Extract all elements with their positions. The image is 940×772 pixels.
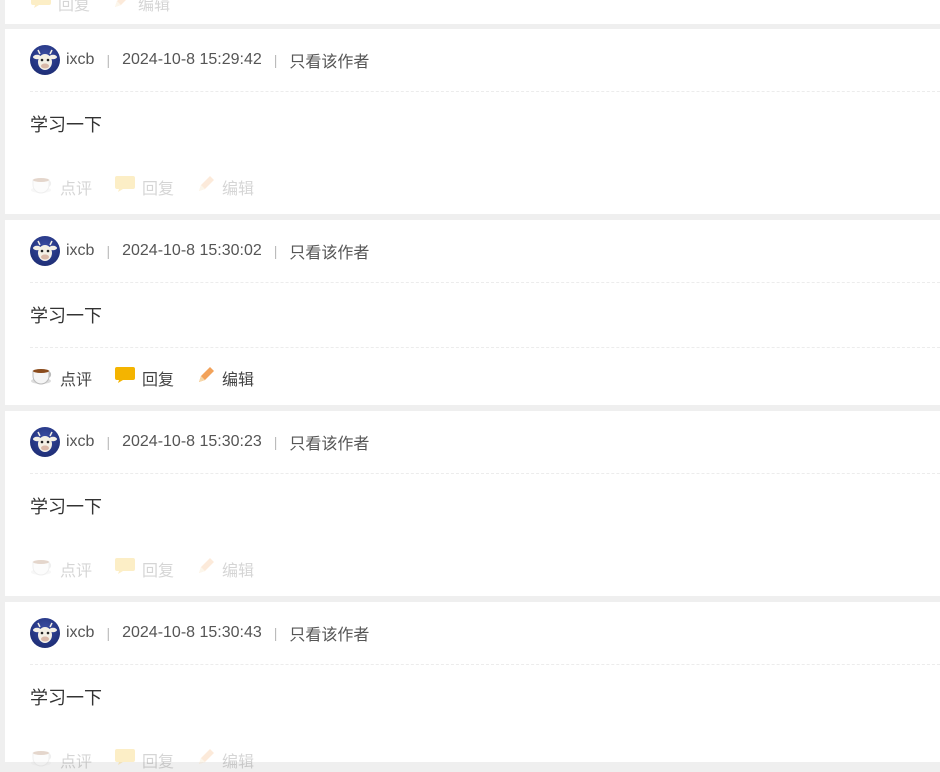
speech-bubble-icon (114, 557, 136, 580)
cow-avatar-icon (33, 240, 57, 261)
reply-label: 回复 (142, 371, 175, 389)
post-datetime: 2024-10-8 15:30:23 (122, 433, 262, 450)
speech-bubble-icon (114, 175, 136, 198)
post-content: 学习一下 (30, 688, 102, 708)
reply-button[interactable]: 回复 (30, 0, 90, 15)
author-name[interactable]: ixcb (66, 433, 94, 451)
post-actions: 回复 编辑 (30, 0, 940, 15)
divider (30, 664, 940, 665)
post-content: 学习一下 (30, 115, 102, 135)
avatar[interactable] (30, 45, 60, 75)
reply-button[interactable]: 回复 (114, 175, 174, 199)
post-header: ixcb | 2024-10-8 15:30:23 | 只看该作者 (30, 427, 940, 457)
comment-label: 点评 (60, 562, 93, 580)
separator: | (273, 625, 278, 641)
post-feed: 回复 编辑 ixcb | 2024-10-8 15:29:42 | 只看该作者 … (0, 0, 940, 771)
cow-avatar-icon (33, 431, 57, 452)
separator: | (106, 243, 111, 259)
separator: | (106, 434, 111, 450)
reply-button[interactable]: 回复 (114, 366, 174, 390)
actions-divider (30, 347, 940, 348)
coffee-cup-icon (30, 174, 54, 199)
separator: | (273, 243, 278, 259)
only-author-link[interactable]: 只看该作者 (289, 239, 369, 263)
comment-button[interactable]: 点评 (30, 365, 92, 390)
post-card: ixcb | 2024-10-8 15:29:42 | 只看该作者 学习一下 点… (5, 29, 940, 214)
reply-label: 回复 (142, 180, 175, 198)
only-author-link[interactable]: 只看该作者 (289, 48, 369, 72)
edit-label: 编辑 (222, 371, 255, 389)
comment-button[interactable]: 点评 (30, 747, 92, 772)
avatar[interactable] (30, 236, 60, 266)
reply-label: 回复 (142, 562, 175, 580)
post-datetime: 2024-10-8 15:30:02 (122, 242, 262, 259)
cow-avatar-icon (33, 622, 57, 643)
comment-label: 点评 (60, 180, 93, 198)
reply-button[interactable]: 回复 (114, 748, 174, 772)
pencil-icon (196, 556, 216, 581)
post-actions: 点评 回复 编辑 (30, 556, 940, 581)
separator: | (106, 52, 111, 68)
pencil-icon (196, 174, 216, 199)
post-header: ixcb | 2024-10-8 15:30:43 | 只看该作者 (30, 618, 940, 648)
avatar[interactable] (30, 427, 60, 457)
only-author-link[interactable]: 只看该作者 (289, 430, 369, 454)
edit-button[interactable]: 编辑 (112, 0, 170, 15)
edit-label: 编辑 (222, 180, 255, 198)
reply-button[interactable]: 回复 (114, 557, 174, 581)
speech-bubble-icon (114, 366, 136, 389)
comment-label: 点评 (60, 371, 93, 389)
post-card: ixcb | 2024-10-8 15:30:23 | 只看该作者 学习一下 点… (5, 411, 940, 596)
speech-bubble-icon (114, 748, 136, 771)
coffee-cup-icon (30, 747, 54, 772)
post-actions: 点评 回复 编辑 (30, 747, 940, 772)
post-content: 学习一下 (30, 497, 102, 517)
coffee-cup-icon (30, 556, 54, 581)
reply-label: 回复 (142, 753, 175, 771)
comment-button[interactable]: 点评 (30, 556, 92, 581)
pencil-icon (196, 747, 216, 772)
edit-label: 编辑 (222, 753, 255, 771)
reply-label: 回复 (58, 0, 91, 14)
comment-button[interactable]: 点评 (30, 174, 92, 199)
post-card: ixcb | 2024-10-8 15:30:02 | 只看该作者 学习一下 点… (5, 220, 940, 405)
edit-button[interactable]: 编辑 (196, 747, 254, 772)
edit-button[interactable]: 编辑 (196, 365, 254, 390)
post-card-partial: 回复 编辑 (5, 0, 940, 24)
post-datetime: 2024-10-8 15:29:42 (122, 51, 262, 68)
avatar[interactable] (30, 618, 60, 648)
post-datetime: 2024-10-8 15:30:43 (122, 624, 262, 641)
edit-button[interactable]: 编辑 (196, 556, 254, 581)
author-name[interactable]: ixcb (66, 624, 94, 642)
separator: | (273, 434, 278, 450)
speech-bubble-icon (30, 0, 52, 14)
post-header: ixcb | 2024-10-8 15:29:42 | 只看该作者 (30, 45, 940, 75)
pencil-icon (112, 0, 132, 15)
separator: | (106, 625, 111, 641)
post-content: 学习一下 (30, 306, 102, 326)
post-actions: 点评 回复 编辑 (30, 365, 940, 390)
edit-label: 编辑 (138, 0, 171, 14)
edit-label: 编辑 (222, 562, 255, 580)
edit-button[interactable]: 编辑 (196, 174, 254, 199)
divider (30, 282, 940, 283)
author-name[interactable]: ixcb (66, 51, 94, 69)
post-card: ixcb | 2024-10-8 15:30:43 | 只看该作者 学习一下 点… (5, 602, 940, 771)
post-header: ixcb | 2024-10-8 15:30:02 | 只看该作者 (30, 236, 940, 266)
comment-label: 点评 (60, 753, 93, 771)
divider (30, 473, 940, 474)
separator: | (273, 52, 278, 68)
divider (30, 91, 940, 92)
post-actions: 点评 回复 编辑 (30, 174, 940, 199)
author-name[interactable]: ixcb (66, 242, 94, 260)
pencil-icon (196, 365, 216, 390)
coffee-cup-icon (30, 365, 54, 390)
only-author-link[interactable]: 只看该作者 (289, 621, 369, 645)
cow-avatar-icon (33, 49, 57, 70)
